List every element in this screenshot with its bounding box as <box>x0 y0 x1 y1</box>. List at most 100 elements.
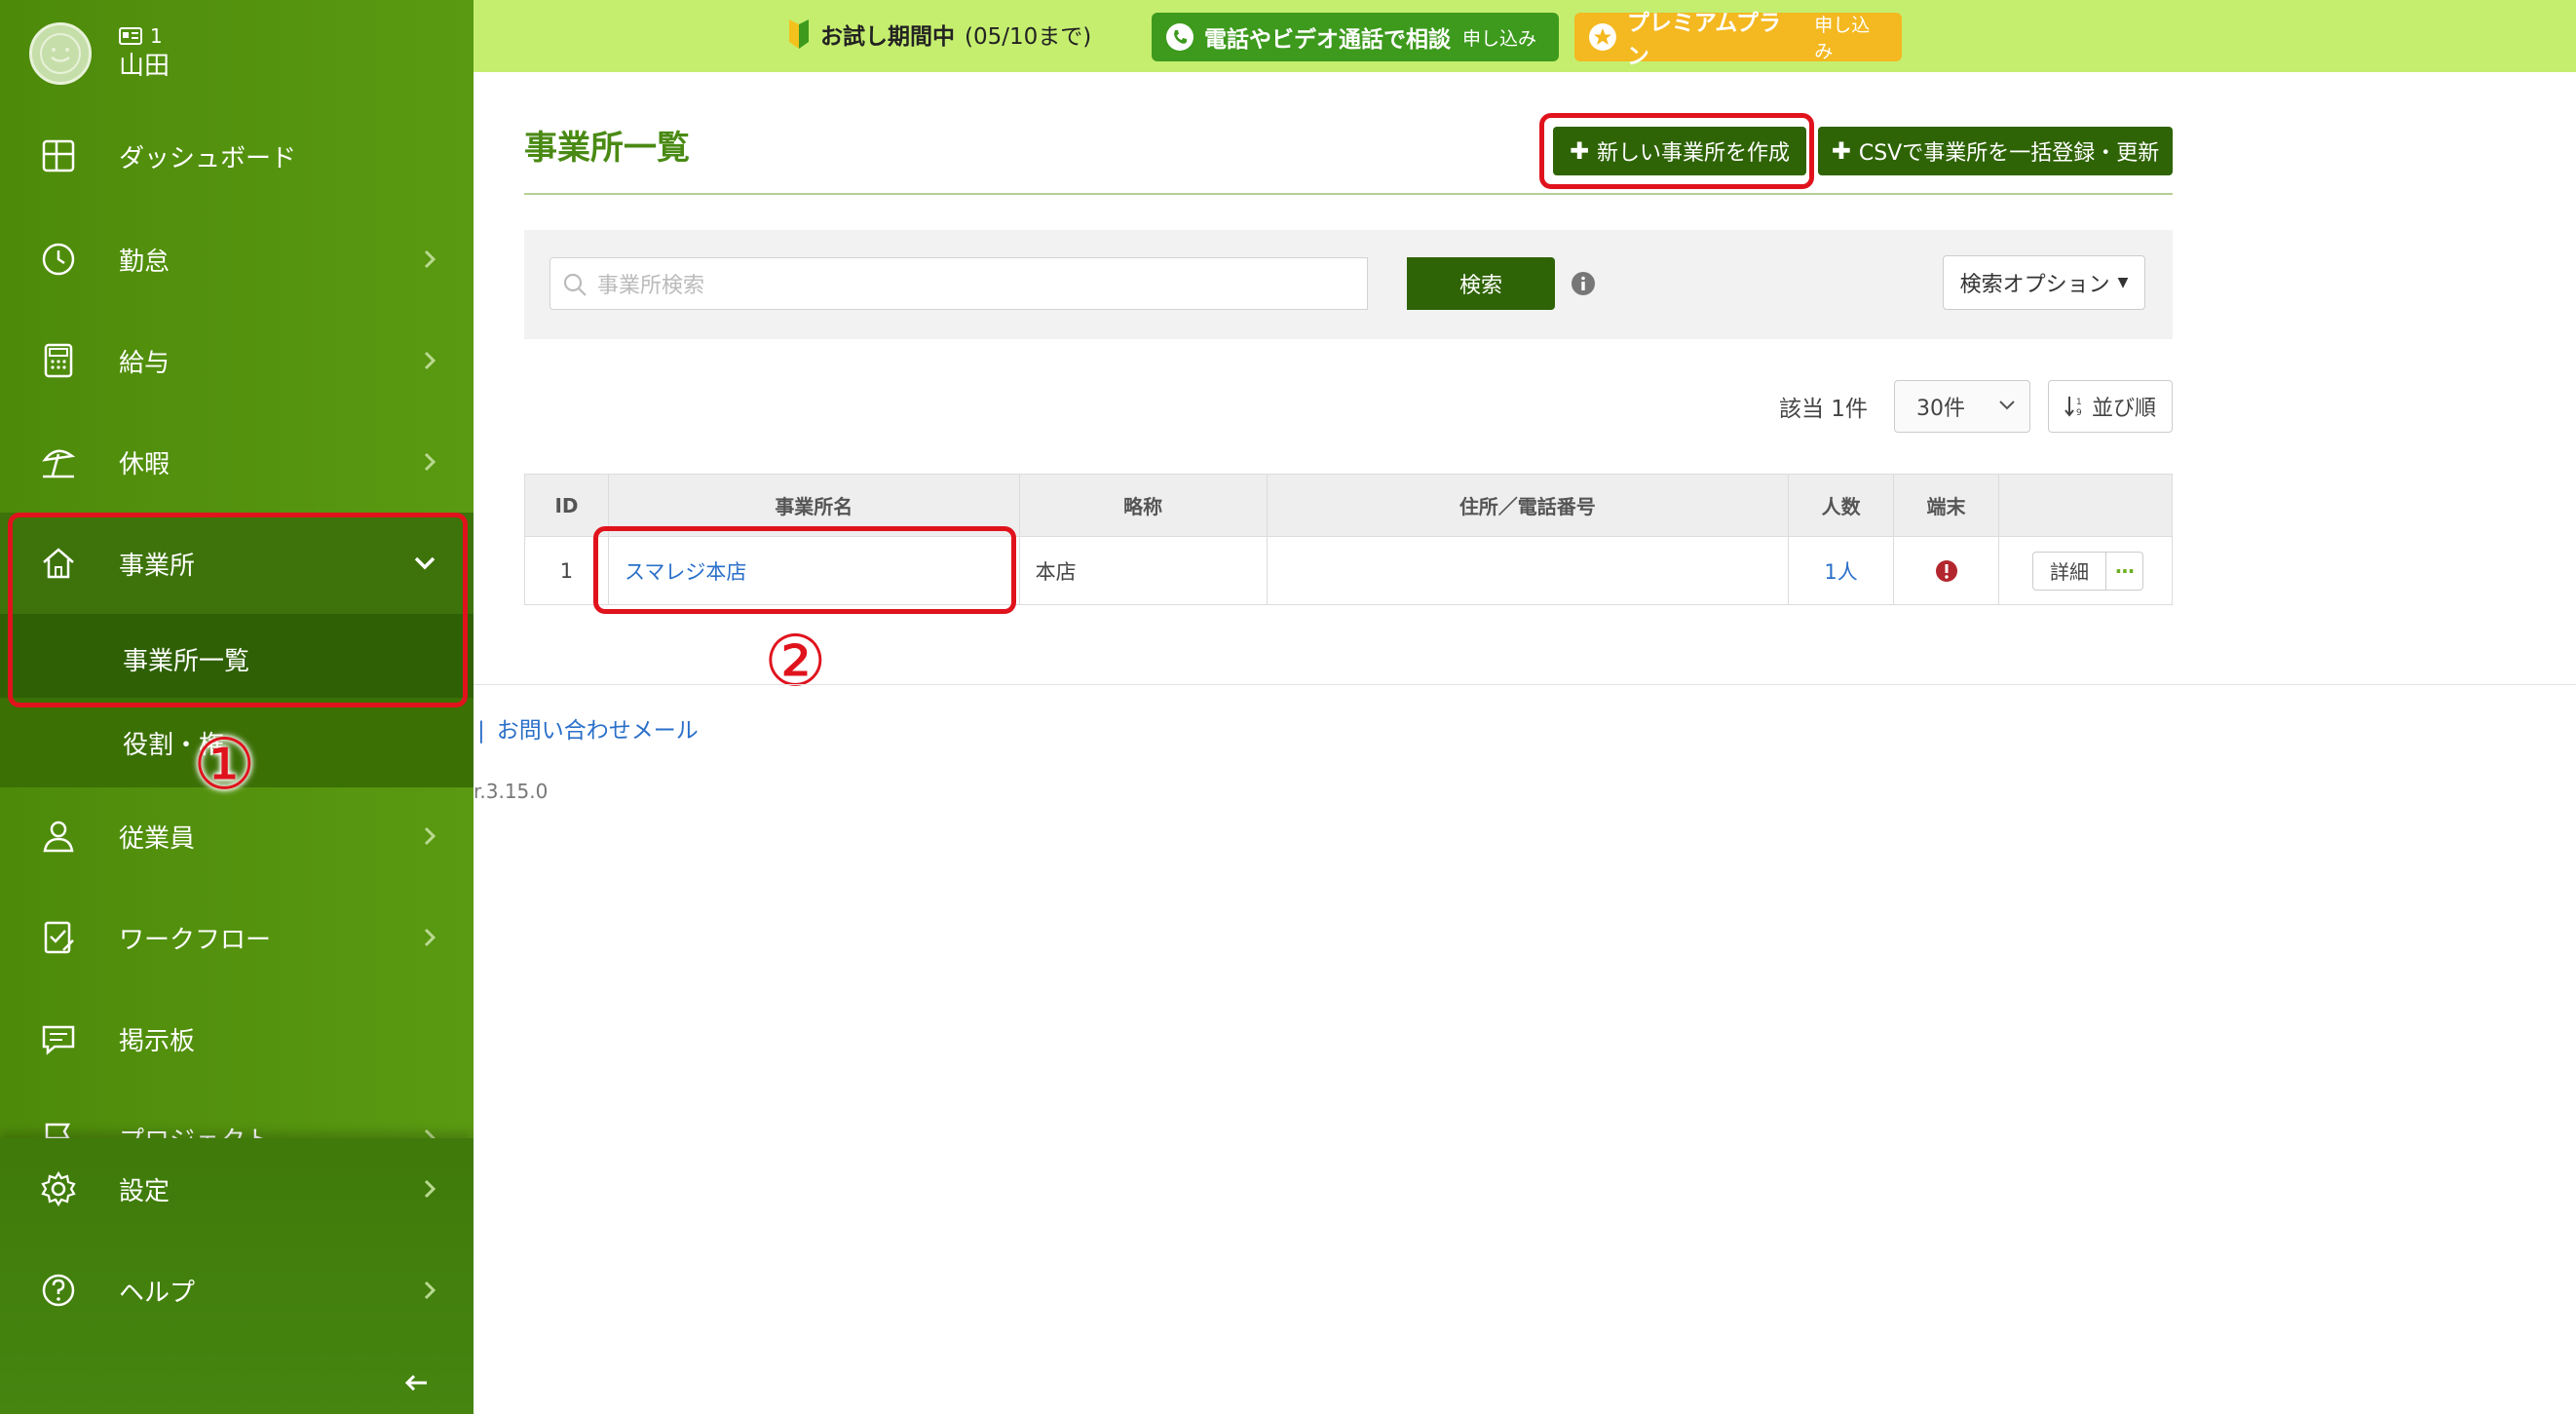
dashboard-icon <box>42 139 75 172</box>
checklist-icon <box>44 921 74 954</box>
column-header-id[interactable]: ID <box>524 474 609 537</box>
svg-text:9: 9 <box>2076 408 2082 418</box>
sidebar-item-help[interactable]: ヘルプ <box>0 1240 474 1341</box>
caret-down-icon: ▼ <box>2117 275 2129 290</box>
star-icon <box>1588 23 1616 51</box>
cell-address <box>1266 536 1790 605</box>
chevron-right-icon <box>424 351 436 370</box>
detail-button[interactable]: 詳細 <box>2031 551 2106 591</box>
trial-label: お試し期間中 <box>820 24 955 50</box>
premium-plan-button[interactable]: プレミアムプラン 申し込み <box>1574 11 1902 69</box>
footer-separator: | <box>477 718 485 744</box>
sidebar-item-label: ダッシュボード <box>119 143 297 173</box>
chevron-right-icon <box>424 1179 436 1199</box>
column-header-people[interactable]: 人数 <box>1788 474 1895 537</box>
trial-notice: お試し期間中 (05/10まで) <box>787 18 1091 51</box>
phone-icon <box>1166 23 1193 51</box>
cell-abbreviation: 本店 <box>1018 536 1268 605</box>
person-icon <box>43 821 74 853</box>
sidebar-item-label: ヘルプ <box>119 1278 196 1308</box>
sidebar-item-vacation[interactable]: 休暇 <box>0 411 474 513</box>
message-icon <box>42 1025 75 1055</box>
title-divider <box>524 193 2173 195</box>
sidebar-item-bulletin-board[interactable]: 掲示板 <box>0 988 474 1089</box>
result-count: 該当 1件 <box>1779 397 1868 422</box>
column-header-abbreviation[interactable]: 略称 <box>1018 474 1268 537</box>
consultation-sub: 申し込み <box>1462 27 1537 50</box>
sidebar-item-settings[interactable]: 設定 <box>0 1138 474 1240</box>
column-header-address: 住所／電話番号 <box>1266 474 1790 537</box>
search-icon <box>563 273 587 296</box>
row-action-group: 詳細 ··· <box>2031 551 2172 591</box>
calculator-icon <box>44 343 73 378</box>
beach-umbrella-icon <box>42 449 76 478</box>
top-banner: お試し期間中 (05/10まで) 電話やビデオ通話で相談 申し込み プレミアムプ… <box>474 0 2576 72</box>
alert-icon <box>1935 560 1957 582</box>
step-marker-2: ② <box>764 620 827 702</box>
user-name: 山田 <box>119 52 170 82</box>
beginner-mark-icon <box>789 19 809 49</box>
cell-terminal <box>1893 536 1999 605</box>
per-page-select[interactable]: 30件 <box>1894 380 2030 433</box>
more-options-button[interactable]: ··· <box>2105 551 2143 591</box>
info-icon[interactable] <box>1571 271 1596 296</box>
sort-button[interactable]: 1 9 並び順 <box>2048 380 2173 433</box>
per-page-value: 30件 <box>1916 397 1965 421</box>
sort-icon: 1 9 <box>2065 397 2082 418</box>
column-header-actions <box>1997 474 2174 537</box>
cell-actions: 詳細 ··· <box>1997 536 2174 605</box>
chevron-right-icon <box>424 826 436 846</box>
sidebar-item-label: 勤怠 <box>119 247 170 277</box>
highlight-box-office-menu <box>8 513 468 707</box>
sidebar-item-dashboard[interactable]: ダッシュボード <box>0 105 474 207</box>
svg-text:1: 1 <box>2076 398 2082 407</box>
chevron-right-icon <box>424 452 436 472</box>
search-options-label: 検索オプション <box>1959 273 2110 297</box>
help-icon <box>42 1274 75 1307</box>
contact-email-link[interactable]: お問い合わせメール <box>497 718 699 744</box>
cell-people: 1人 <box>1788 536 1895 605</box>
sidebar-item-label: 給与 <box>119 348 170 378</box>
collapse-sidebar-icon[interactable] <box>401 1368 431 1397</box>
sidebar-item-attendance[interactable]: 勤怠 <box>0 209 474 310</box>
highlight-box-office-name <box>593 526 1016 614</box>
smiley-icon <box>40 33 81 74</box>
clock-icon <box>42 243 75 276</box>
trial-period: (05/10まで) <box>965 24 1092 50</box>
csv-import-label: CSVで事業所を一括登録・更新 <box>1858 141 2160 166</box>
page-title: 事業所一覧 <box>524 129 690 168</box>
highlight-box-create-button <box>1539 113 1814 189</box>
csv-import-button[interactable]: ✚ CSVで事業所を一括登録・更新 <box>1818 127 2173 175</box>
sidebar-item-label: 従業員 <box>119 823 196 854</box>
search-button[interactable]: 検索 <box>1407 257 1555 310</box>
user-profile[interactable]: 1 山田 <box>29 19 170 88</box>
step-marker-1: ① <box>193 723 256 805</box>
footer-divider <box>474 684 2576 685</box>
chevron-right-icon <box>424 1280 436 1300</box>
premium-sub: 申し込み <box>1814 15 1871 62</box>
consultation-label: 電話やビデオ通話で相談 <box>1204 27 1451 53</box>
sidebar-item-label: 掲示板 <box>119 1026 196 1056</box>
user-id-text: 1 <box>150 24 163 49</box>
gear-icon <box>41 1170 76 1207</box>
sidebar: 1 山田 ダッシュボード 勤怠 給与 休暇 事業所 事業所一覧 役割・権 従業員… <box>0 0 474 1414</box>
sidebar-item-label: 設定 <box>119 1176 170 1206</box>
people-count-link[interactable]: 1人 <box>1824 560 1857 584</box>
sidebar-item-label: 休暇 <box>119 449 170 479</box>
search-placeholder: 事業所検索 <box>597 274 705 298</box>
version-label: r.3.15.0 <box>474 780 549 803</box>
sidebar-item-workflow[interactable]: ワークフロー <box>0 887 474 988</box>
sidebar-item-label: ワークフロー <box>119 925 272 955</box>
chevron-right-icon <box>424 249 436 269</box>
consultation-button[interactable]: 電話やビデオ通話で相談 申し込み <box>1152 13 1559 61</box>
chevron-down-icon <box>1999 401 2015 410</box>
search-options-button[interactable]: 検索オプション ▼ <box>1943 255 2145 310</box>
column-header-terminal: 端末 <box>1893 474 1999 537</box>
chevron-right-icon <box>424 928 436 947</box>
user-id: 1 <box>119 24 170 48</box>
premium-label: プレミアムプラン <box>1626 11 1781 69</box>
id-card-icon <box>119 27 142 46</box>
office-search-input[interactable]: 事業所検索 <box>549 257 1368 310</box>
search-panel: 事業所検索 検索 検索オプション ▼ <box>524 230 2173 339</box>
sidebar-item-payroll[interactable]: 給与 <box>0 310 474 411</box>
